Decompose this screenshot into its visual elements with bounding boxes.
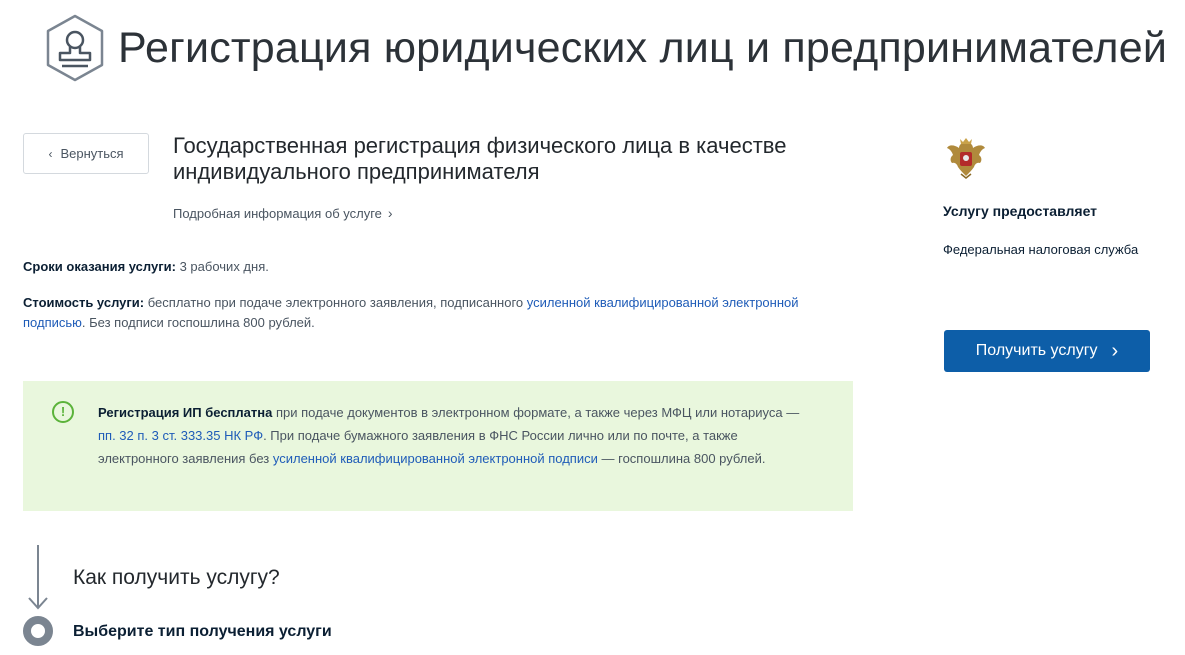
notice-text-3: — госпошлина 800 рублей. xyxy=(601,451,766,466)
arrow-down-icon xyxy=(28,545,48,610)
more-info-link[interactable]: Подробная информация об услуге › xyxy=(173,205,393,221)
back-button-label: Вернуться xyxy=(60,146,124,161)
stamp-icon xyxy=(46,14,104,82)
service-terms: Сроки оказания услуги: 3 рабочих дня. xyxy=(23,259,269,274)
notice-text-1: при подаче документов в электронном форм… xyxy=(275,405,800,420)
terms-value: 3 рабочих дня. xyxy=(179,259,269,274)
chevron-right-icon: › xyxy=(1111,340,1119,362)
cost-text: бесплатно при подаче электронного заявле… xyxy=(147,295,524,310)
chevron-right-icon: › xyxy=(387,205,393,221)
service-title: Государственная регистрация физического … xyxy=(173,133,787,184)
notice-text: Регистрация ИП бесплатна при подаче доку… xyxy=(98,401,818,470)
russian-emblem-icon xyxy=(947,138,985,179)
cost-label: Стоимость услуги: xyxy=(23,295,145,310)
howto-title: Как получить услугу? xyxy=(73,566,280,589)
step-label: Выберите тип получения услуги xyxy=(73,623,332,640)
tax-code-link[interactable]: пп. 32 п. 3 ст. 333.35 НК РФ xyxy=(98,428,263,443)
step-marker xyxy=(23,616,53,646)
get-service-button[interactable]: Получить услугу › xyxy=(944,330,1150,372)
page-title: Регистрация юридических лиц и предприним… xyxy=(118,24,1168,72)
more-info-label: Подробная информация об услуге xyxy=(173,205,382,221)
provider-heading: Услугу предоставляет xyxy=(943,203,1098,219)
notice-bold: Регистрация ИП бесплатна xyxy=(98,405,273,420)
get-service-label: Получить услугу xyxy=(975,342,1098,359)
exclamation-circle-icon: ! xyxy=(52,401,74,423)
service-cost: Стоимость услуги: бесплатно при подаче э… xyxy=(23,293,843,333)
cost-text-end: . Без подписи госпошлина 800 рублей. xyxy=(81,315,315,330)
provider-name: Федеральная налоговая служба xyxy=(943,242,1139,257)
back-button[interactable]: ‹ Вернуться xyxy=(23,133,149,174)
notice-signature-link[interactable]: усиленной квалифицированной электронной … xyxy=(273,451,598,466)
chevron-left-icon: ‹ xyxy=(48,146,53,161)
terms-label: Сроки оказания услуги: xyxy=(23,259,176,274)
